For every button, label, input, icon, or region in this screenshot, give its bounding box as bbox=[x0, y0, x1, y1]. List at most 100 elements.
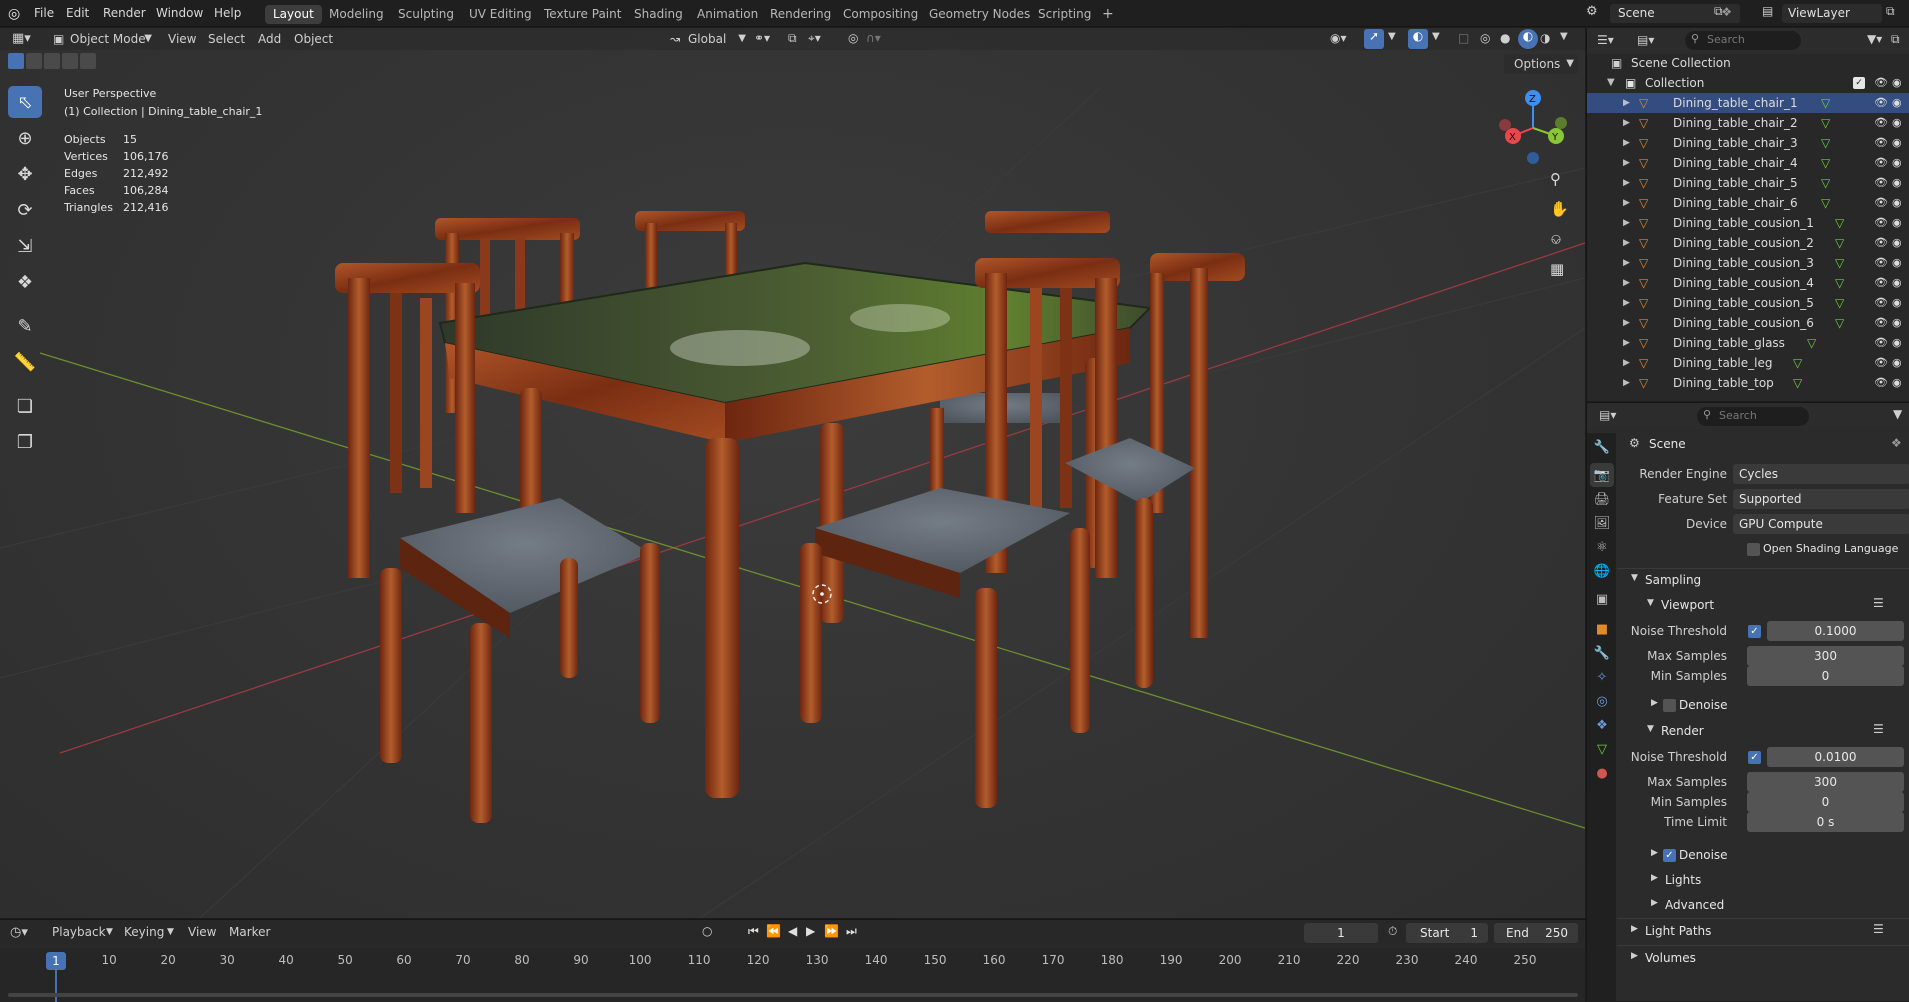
mesh-data-icon[interactable]: ▽ bbox=[1835, 273, 1844, 293]
jump-start-icon[interactable]: ⏮ bbox=[748, 924, 759, 939]
chevron-right-icon[interactable]: ▶ bbox=[1623, 173, 1630, 193]
render-tab-icon[interactable]: 📷 bbox=[1590, 463, 1614, 487]
tool-tab-icon[interactable]: 🔧 bbox=[1590, 435, 1614, 459]
proportional-edit-icon[interactable]: ◎ bbox=[848, 31, 858, 45]
camera-icon[interactable]: ◉ bbox=[1892, 173, 1902, 193]
constraints-tab-icon[interactable]: ❖ bbox=[1590, 713, 1614, 737]
chevron-right-icon[interactable]: ▶ bbox=[1623, 133, 1630, 153]
r-noise-threshold-field[interactable]: 0.0100 bbox=[1767, 747, 1904, 767]
snap-target-icon[interactable]: ⌖▾ bbox=[808, 31, 821, 46]
filter-icon[interactable]: ▼▾ bbox=[1867, 32, 1882, 46]
transform-tool-icon[interactable]: ❖ bbox=[8, 266, 42, 298]
outliner-item[interactable]: ▶ ▽ Dining_table_top ▽ 👁 ◉ bbox=[1587, 373, 1909, 393]
advanced-subpanel-label[interactable]: Advanced bbox=[1665, 898, 1724, 912]
menu-edit[interactable]: Edit bbox=[58, 0, 97, 27]
workspace-tab-geometry-nodes[interactable]: Geometry Nodes bbox=[921, 5, 1038, 24]
view-layer-tab-icon[interactable]: 🖼 bbox=[1590, 511, 1614, 535]
end-frame-field[interactable]: End 250 bbox=[1494, 923, 1578, 943]
shading-dropdown-icon[interactable]: ▼ bbox=[1560, 31, 1568, 42]
r-denoise-checkbox[interactable]: ✓ bbox=[1663, 849, 1676, 862]
3d-viewport[interactable]: ▦▾ ▣ Object Mode ▼ View Select Add Objec… bbox=[0, 28, 1585, 918]
new-scene-icon[interactable]: ⧉ bbox=[1714, 4, 1732, 22]
vp-max-samples-field[interactable]: 300 bbox=[1747, 646, 1904, 666]
vp-min-samples-field[interactable]: 0 bbox=[1747, 666, 1904, 686]
chevron-right-icon[interactable]: ▶ bbox=[1651, 898, 1658, 908]
outliner-item[interactable]: ▶ ▽ Dining_table_chair_2 ▽ 👁 ◉ bbox=[1587, 113, 1909, 133]
chevron-right-icon[interactable]: ▶ bbox=[1623, 353, 1630, 373]
add-workspace-button[interactable]: + bbox=[1094, 5, 1122, 24]
outliner-item[interactable]: ▶ ▽ Dining_table_chair_1 ▽ 👁 ◉ bbox=[1587, 93, 1909, 113]
workspace-tab-sculpting[interactable]: Sculpting bbox=[390, 5, 462, 24]
workspace-tab-layout[interactable]: Layout bbox=[265, 5, 322, 24]
eye-icon[interactable]: 👁 bbox=[1874, 253, 1888, 273]
data-tab-icon[interactable]: ▽ bbox=[1590, 737, 1614, 761]
object-tab-icon[interactable]: ■ bbox=[1590, 617, 1614, 641]
camera-icon[interactable]: ◉ bbox=[1892, 133, 1902, 153]
collection-checkbox[interactable]: ✓ bbox=[1853, 77, 1865, 89]
pan-hand-icon[interactable]: ✋ bbox=[1550, 200, 1569, 218]
mesh-data-icon[interactable]: ▽ bbox=[1835, 253, 1844, 273]
list-icon[interactable]: ☰ bbox=[1873, 922, 1884, 936]
add-cube-tool-icon[interactable]: ❏ bbox=[8, 390, 42, 422]
timeline-scrollbar[interactable] bbox=[8, 993, 1578, 997]
chevron-right-icon[interactable]: ▶ bbox=[1623, 313, 1630, 333]
prev-keyframe-icon[interactable]: ⏪ bbox=[766, 924, 781, 938]
vp-noise-threshold-field[interactable]: 0.1000 bbox=[1767, 621, 1904, 641]
workspace-tab-compositing[interactable]: Compositing bbox=[835, 5, 926, 24]
physics-tab-icon[interactable]: ◎ bbox=[1590, 689, 1614, 713]
workspace-tab-scripting[interactable]: Scripting bbox=[1030, 5, 1099, 24]
mesh-data-icon[interactable]: ▽ bbox=[1821, 133, 1830, 153]
select-mode-set-icon[interactable] bbox=[8, 53, 24, 69]
particles-tab-icon[interactable]: ✧ bbox=[1590, 665, 1614, 689]
snap-icon[interactable]: ⧉ bbox=[788, 31, 797, 46]
viewport-menu-select[interactable]: Select bbox=[208, 28, 245, 50]
play-icon[interactable]: ▶ bbox=[806, 924, 815, 938]
workspace-tab-texture-paint[interactable]: Texture Paint bbox=[536, 5, 629, 24]
eye-icon[interactable]: 👁 bbox=[1874, 313, 1888, 333]
viewport-menu-view[interactable]: View bbox=[168, 28, 196, 50]
camera-icon[interactable]: ◉ bbox=[1892, 193, 1902, 213]
zoom-icon[interactable]: ⚲ bbox=[1550, 170, 1561, 188]
render-subpanel-label[interactable]: Render bbox=[1661, 724, 1704, 738]
add-object-tool-icon[interactable]: ❐ bbox=[8, 426, 42, 458]
xray-icon[interactable]: □ bbox=[1458, 31, 1469, 45]
pivot-point-icon[interactable]: ⚭▾ bbox=[754, 31, 770, 45]
camera-icon[interactable]: ◉ bbox=[1892, 273, 1902, 293]
mesh-data-icon[interactable]: ▽ bbox=[1793, 373, 1802, 393]
lights-subpanel-label[interactable]: Lights bbox=[1665, 873, 1701, 887]
camera-icon[interactable]: ◉ bbox=[1892, 113, 1902, 133]
chevron-right-icon[interactable]: ▶ bbox=[1651, 698, 1658, 708]
outliner-item[interactable]: ▶ ▽ Dining_table_cousion_5 ▽ 👁 ◉ bbox=[1587, 293, 1909, 313]
eye-icon[interactable]: 👁 bbox=[1874, 373, 1888, 393]
outliner-editor-icon[interactable]: ☰▾ bbox=[1597, 33, 1614, 47]
chevron-right-icon[interactable]: ▶ bbox=[1651, 873, 1658, 883]
chevron-right-icon[interactable]: ▶ bbox=[1623, 193, 1630, 213]
workspace-tab-uv-editing[interactable]: UV Editing bbox=[461, 5, 540, 24]
eye-icon[interactable]: 👁 bbox=[1874, 133, 1888, 153]
collection-tab-icon[interactable]: ▣ bbox=[1590, 587, 1614, 611]
gizmo-toggle-icon[interactable]: ➚ bbox=[1364, 29, 1384, 49]
next-keyframe-icon[interactable]: ⏩ bbox=[824, 924, 839, 938]
camera-icon[interactable]: ◉ bbox=[1892, 253, 1902, 273]
visibility-icon[interactable]: ◉▾ bbox=[1330, 31, 1347, 45]
menu-help[interactable]: Help bbox=[206, 0, 249, 27]
outliner-display-mode-icon[interactable]: ▤▾ bbox=[1637, 33, 1654, 47]
mesh-data-icon[interactable]: ▽ bbox=[1835, 233, 1844, 253]
mesh-data-icon[interactable]: ▽ bbox=[1793, 353, 1802, 373]
current-frame-field[interactable]: 1 bbox=[1304, 923, 1378, 943]
mesh-data-icon[interactable]: ▽ bbox=[1821, 113, 1830, 133]
chevron-down-icon[interactable]: ▼ bbox=[1647, 724, 1654, 734]
render-engine-dropdown[interactable]: Cycles bbox=[1733, 464, 1909, 484]
outliner-search-field[interactable]: ⚲ Search bbox=[1685, 31, 1801, 50]
playhead[interactable]: 1 bbox=[46, 952, 66, 970]
viewport-menu-object[interactable]: Object bbox=[294, 28, 333, 50]
outliner-item[interactable]: ▶ ▽ Dining_table_chair_3 ▽ 👁 ◉ bbox=[1587, 133, 1909, 153]
mesh-data-icon[interactable]: ▽ bbox=[1821, 93, 1830, 113]
world-tab-icon[interactable]: 🌐 bbox=[1590, 559, 1614, 583]
outliner-item[interactable]: ▶ ▽ Dining_table_leg ▽ 👁 ◉ bbox=[1587, 353, 1909, 373]
select-mode-subtract-icon[interactable] bbox=[44, 53, 60, 69]
scale-tool-icon[interactable]: ⇲ bbox=[8, 230, 42, 262]
scene-tab-icon[interactable]: ⚛ bbox=[1590, 535, 1614, 559]
modifier-tab-icon[interactable]: 🔧 bbox=[1590, 641, 1614, 665]
chevron-right-icon[interactable]: ▶ bbox=[1623, 213, 1630, 233]
